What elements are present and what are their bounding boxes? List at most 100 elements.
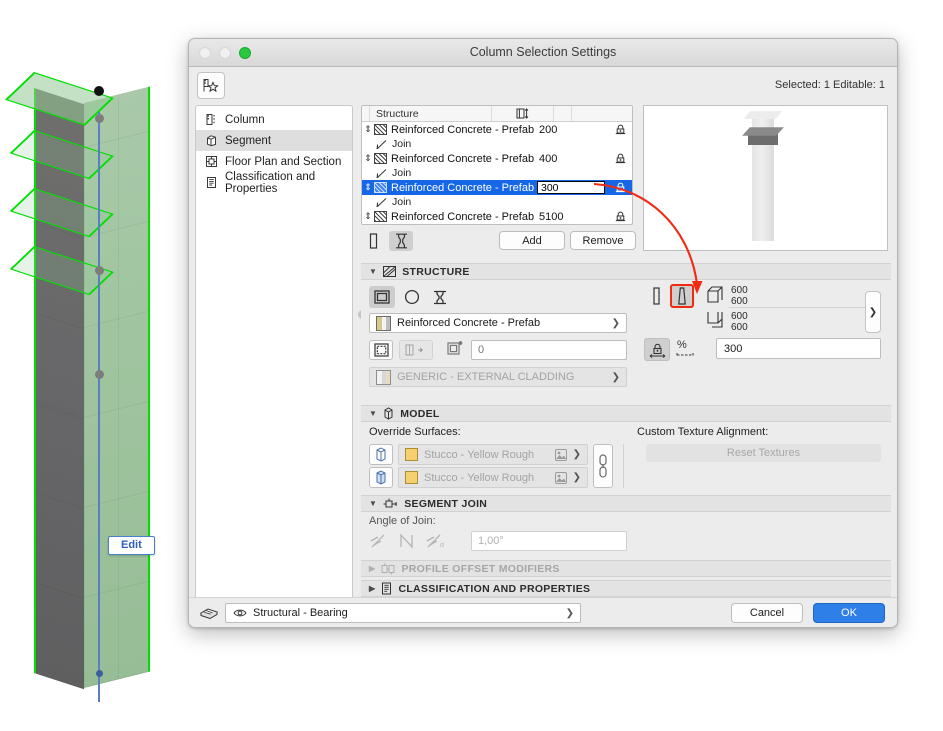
- join-vertical-icon[interactable]: [397, 532, 419, 550]
- row-drag-handle[interactable]: ⇕: [362, 124, 374, 135]
- join-perpendicular-icon[interactable]: [369, 532, 391, 550]
- chevron-right-icon[interactable]: ❯: [612, 372, 620, 383]
- section-title: PROFILE OFFSET MODIFIERS: [401, 562, 560, 575]
- layer-select[interactable]: Structural - Bearing ❯: [225, 603, 581, 623]
- node-segment[interactable]: [95, 266, 104, 275]
- column-axis: [98, 112, 100, 702]
- sidebar-item-label: Segment: [225, 134, 272, 147]
- chevron-right-icon[interactable]: ❯: [573, 472, 581, 483]
- surface-material-field[interactable]: Stucco - Yellow Rough ❯: [398, 444, 588, 465]
- join-row[interactable]: a Join: [362, 166, 632, 180]
- angle-of-join-input[interactable]: 1,00°: [471, 531, 627, 551]
- table-row[interactable]: ⇕ Reinforced Concrete - Prefab 5100: [362, 209, 632, 224]
- table-row[interactable]: ⇕ Reinforced Concrete - Prefab 200: [362, 122, 632, 137]
- 3d-column-viewport[interactable]: Edit: [0, 0, 190, 731]
- sidebar-item-segment[interactable]: Segment: [196, 130, 352, 151]
- favorites-button[interactable]: [197, 72, 225, 99]
- row-drag-handle[interactable]: ⇕: [362, 182, 374, 193]
- sidebar-item-column[interactable]: Column: [196, 109, 352, 130]
- veneer-thickness-value: 0: [478, 344, 485, 356]
- sidebar-item-floor-plan-and-section[interactable]: Floor Plan and Section: [196, 151, 352, 172]
- straight-segment-button[interactable]: [644, 286, 668, 306]
- node-segment[interactable]: [95, 370, 104, 379]
- dialog-titlebar[interactable]: Column Selection Settings: [189, 39, 897, 67]
- lock-icon[interactable]: [615, 182, 626, 193]
- section-header-structure[interactable]: ▼ STRUCTURE: [361, 263, 891, 280]
- veneer-outline-button[interactable]: [369, 340, 393, 360]
- segment-length-input[interactable]: 300: [716, 338, 881, 359]
- link-surfaces-button[interactable]: [593, 444, 613, 488]
- circular-shape-button[interactable]: [399, 286, 425, 308]
- profile-shape-button[interactable]: [427, 286, 453, 308]
- chevron-right-icon[interactable]: ❯: [566, 608, 574, 619]
- lock-proportions-button[interactable]: [644, 338, 670, 361]
- table-row[interactable]: ⇕ Reinforced Concrete - Prefab 400: [362, 151, 632, 166]
- segment-list[interactable]: Structure ⇕ Reinforced Concrete - Prefab…: [361, 105, 633, 225]
- section-header-segment-join[interactable]: ▼ SEGMENT JOIN: [361, 495, 891, 512]
- surface-end-button[interactable]: [369, 467, 393, 488]
- surface-side-button[interactable]: [369, 444, 393, 465]
- veneer-thickness-input[interactable]: 0: [471, 340, 627, 360]
- layers-icon[interactable]: [199, 604, 219, 621]
- join-row[interactable]: a Join: [362, 195, 632, 209]
- join-row[interactable]: a Join: [362, 137, 632, 151]
- floor-plan-icon: [204, 155, 218, 169]
- bottom-dim-x[interactable]: 600: [731, 311, 748, 322]
- node-bottom[interactable]: [96, 670, 103, 677]
- ok-button[interactable]: OK: [813, 603, 885, 623]
- material-hatch-icon: [374, 182, 387, 193]
- simple-column-icon[interactable]: [361, 231, 385, 251]
- row-drag-handle[interactable]: ⇕: [362, 153, 374, 164]
- edit-tooltip[interactable]: Edit: [108, 536, 155, 555]
- join-custom-icon[interactable]: α: [425, 532, 451, 550]
- cancel-button[interactable]: Cancel: [731, 603, 803, 623]
- segment-thickness-value[interactable]: 200: [539, 124, 591, 136]
- veneer-material-field[interactable]: GENERIC - EXTERNAL CLADDING ❯: [369, 367, 627, 387]
- bottom-dim-y[interactable]: 600: [731, 322, 748, 333]
- node-top[interactable]: [94, 86, 104, 96]
- lock-icon[interactable]: [615, 211, 626, 222]
- lock-icon[interactable]: [615, 153, 626, 164]
- tapered-segment-button[interactable]: [670, 284, 694, 308]
- model-cube-icon: [383, 407, 394, 420]
- column-header-thickness[interactable]: [492, 106, 554, 121]
- top-dim-y[interactable]: 600: [731, 296, 748, 307]
- material-picker-icon[interactable]: [554, 448, 567, 461]
- chevron-right-icon[interactable]: ❯: [612, 318, 620, 329]
- section-header-model[interactable]: ▼ MODEL: [361, 405, 891, 422]
- reset-textures-button[interactable]: Reset Textures: [646, 444, 881, 462]
- section-header-profile-offset-modifiers[interactable]: ▶ PROFILE OFFSET MODIFIERS: [361, 560, 891, 577]
- row-drag-handle[interactable]: ⇕: [362, 211, 374, 222]
- complex-column-icon[interactable]: [389, 231, 414, 251]
- segment-thickness-input[interactable]: 300: [537, 181, 605, 194]
- settings-sidebar: Column Segment Floor Plan and Section Cl…: [195, 105, 353, 605]
- structure-material-field[interactable]: Reinforced Concrete - Prefab ❯: [369, 313, 627, 333]
- segment-3d-preview[interactable]: [643, 105, 888, 251]
- add-button[interactable]: Add: [499, 231, 565, 250]
- remove-button[interactable]: Remove: [570, 231, 636, 250]
- segment-thickness-value[interactable]: 5100: [539, 211, 591, 223]
- lock-icon[interactable]: [615, 124, 626, 135]
- section-title: CLASSIFICATION AND PROPERTIES: [398, 582, 591, 595]
- rectangular-shape-button[interactable]: [369, 286, 395, 308]
- column-header-structure[interactable]: Structure: [370, 106, 492, 121]
- sidebar-item-classification-and-properties[interactable]: Classification and Properties: [196, 171, 352, 195]
- chevron-right-icon[interactable]: ❯: [573, 449, 581, 460]
- material-hatch-icon: [374, 211, 387, 222]
- surface-material-field[interactable]: Stucco - Yellow Rough ❯: [398, 467, 588, 488]
- more-arrow-button[interactable]: ❯: [865, 291, 881, 333]
- eye-icon[interactable]: [233, 608, 247, 618]
- veneer-side-button[interactable]: [399, 340, 433, 360]
- percent-icon[interactable]: %: [675, 338, 695, 360]
- svg-text:%: %: [677, 339, 687, 351]
- join-angle-icon: a: [376, 139, 392, 150]
- surface-color-swatch: [405, 471, 418, 484]
- bottom-dimension-icon: [706, 311, 724, 329]
- section-header-classification-and-properties[interactable]: ▶ CLASSIFICATION AND PROPERTIES: [361, 580, 891, 597]
- segment-thickness-value[interactable]: 400: [539, 153, 591, 165]
- table-row-selected[interactable]: ⇕ Reinforced Concrete - Prefab 300: [362, 180, 632, 195]
- material-picker-icon[interactable]: [554, 471, 567, 484]
- sidebar-item-label: Column: [225, 113, 265, 126]
- node-segment[interactable]: [95, 114, 104, 123]
- top-dim-x[interactable]: 600: [731, 285, 748, 296]
